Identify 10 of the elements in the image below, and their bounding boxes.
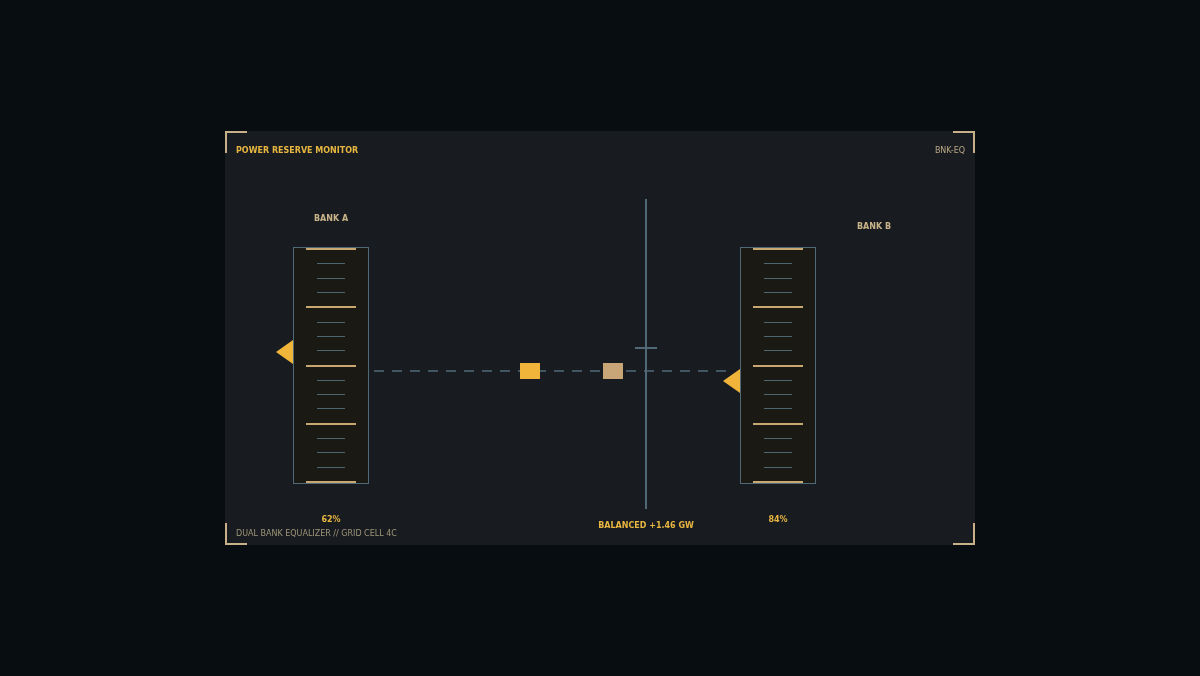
bank-label: BANK B xyxy=(856,222,892,231)
bank-reading: 62% xyxy=(321,515,341,524)
panel-code: BNK-EQ xyxy=(934,146,965,157)
balance-reading: BALANCED +1.46 GW xyxy=(598,521,694,530)
footer-text: DUAL BANK EQUALIZER // GRID CELL 4C xyxy=(236,529,397,538)
bank-reading: 84% xyxy=(768,515,788,524)
corner-bracket xyxy=(953,523,975,545)
tick-mark xyxy=(634,347,658,349)
bank-label: BANK A xyxy=(313,214,349,224)
panel-title: POWER RESERVE MONITOR xyxy=(236,146,359,157)
